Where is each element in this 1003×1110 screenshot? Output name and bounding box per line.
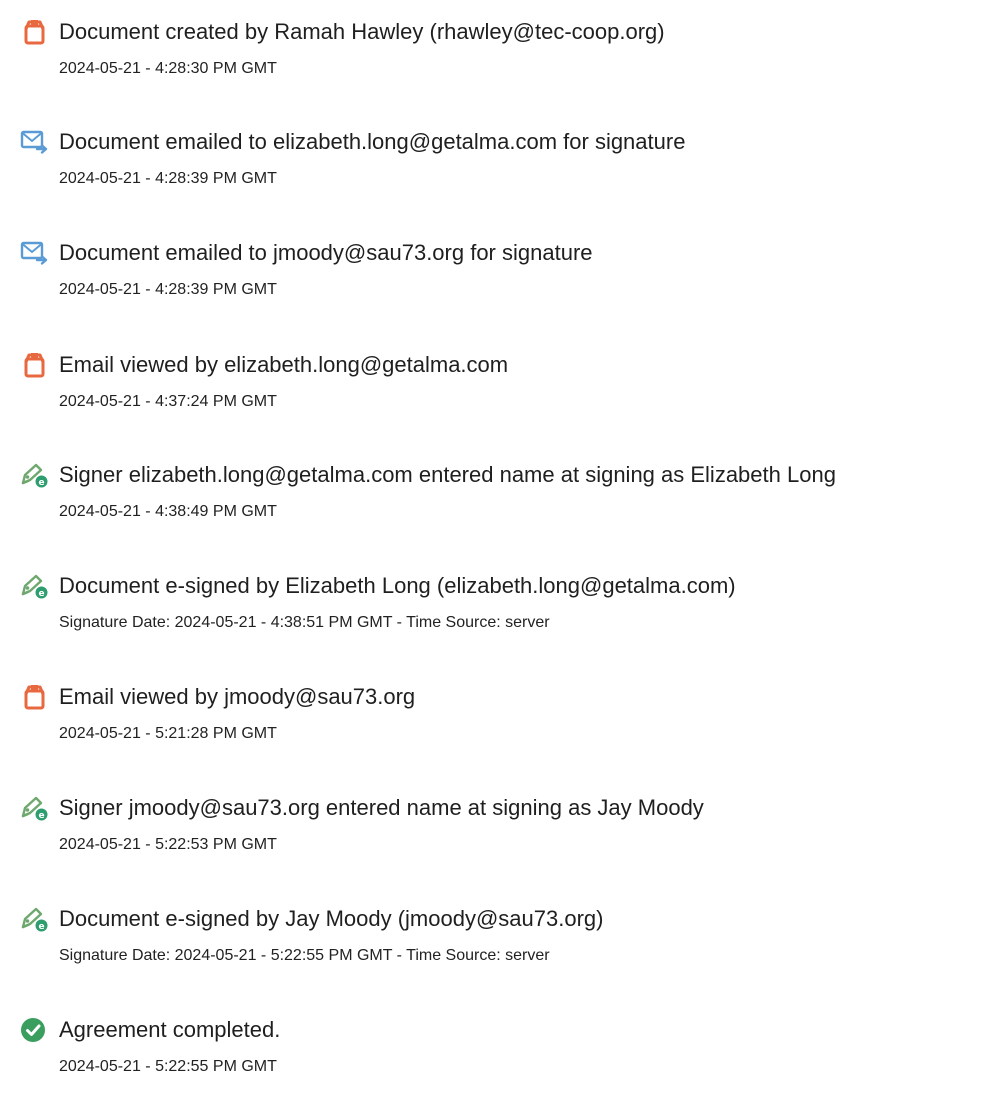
event-timestamp: 2024-05-21 - 5:22:55 PM GMT (59, 1058, 277, 1075)
event-title: Signer elizabeth.long@getalma.com entere… (59, 462, 836, 487)
event-timestamp: 2024-05-21 - 5:21:28 PM GMT (59, 725, 277, 742)
event-title: Document e-signed by Jay Moody (jmoody@s… (59, 906, 604, 931)
svg-text:e: e (38, 922, 44, 932)
event-title: Email viewed by elizabeth.long@getalma.c… (59, 352, 509, 377)
event-title: Document e-signed by Elizabeth Long (eli… (59, 573, 736, 598)
esign-pen-icon: e (20, 572, 48, 600)
svg-text:e: e (38, 589, 44, 599)
event-title: Email viewed by jmoody@sau73.org (59, 684, 416, 709)
audit-event: Document created by Ramah Hawley (rhawle… (0, 17, 1003, 97)
audit-event: Document emailed to jmoody@sau73.org for… (0, 238, 1003, 318)
document-icon (20, 18, 48, 46)
audit-event: Document emailed to elizabeth.long@getal… (0, 127, 1003, 207)
event-timestamp: 2024-05-21 - 5:22:53 PM GMT (59, 836, 277, 853)
event-timestamp: 2024-05-21 - 4:28:30 PM GMT (59, 60, 277, 77)
event-title: Document emailed to jmoody@sau73.org for… (59, 240, 593, 265)
audit-event: e Signer elizabeth.long@getalma.com ente… (0, 460, 1003, 540)
document-icon (20, 351, 48, 379)
check-circle-icon (20, 1016, 48, 1044)
event-timestamp: 2024-05-21 - 4:28:39 PM GMT (59, 170, 277, 187)
event-timestamp: 2024-05-21 - 4:28:39 PM GMT (59, 281, 277, 298)
event-timestamp: 2024-05-21 - 4:38:49 PM GMT (59, 503, 277, 520)
svg-text:e: e (38, 478, 44, 488)
audit-event: e Signer jmoody@sau73.org entered name a… (0, 793, 1003, 873)
event-timestamp: Signature Date: 2024-05-21 - 4:38:51 PM … (59, 614, 550, 631)
audit-event: Email viewed by elizabeth.long@getalma.c… (0, 350, 1003, 430)
svg-text:e: e (38, 811, 44, 821)
audit-event: e Document e-signed by Jay Moody (jmoody… (0, 904, 1003, 984)
audit-event: Email viewed by jmoody@sau73.org 2024-05… (0, 682, 1003, 762)
event-title: Document created by Ramah Hawley (rhawle… (59, 19, 665, 44)
audit-event: e Document e-signed by Elizabeth Long (e… (0, 571, 1003, 651)
email-sent-icon (20, 128, 48, 156)
event-title: Signer jmoody@sau73.org entered name at … (59, 795, 704, 820)
document-icon (20, 683, 48, 711)
audit-event: Agreement completed. 2024-05-21 - 5:22:5… (0, 1015, 1003, 1095)
esign-pen-icon: e (20, 905, 48, 933)
esign-pen-icon: e (20, 794, 48, 822)
esign-pen-icon: e (20, 461, 48, 489)
event-title: Document emailed to elizabeth.long@getal… (59, 129, 686, 154)
event-timestamp: 2024-05-21 - 4:37:24 PM GMT (59, 393, 277, 410)
email-sent-icon (20, 239, 48, 267)
event-title: Agreement completed. (59, 1017, 281, 1042)
event-timestamp: Signature Date: 2024-05-21 - 5:22:55 PM … (59, 947, 550, 964)
